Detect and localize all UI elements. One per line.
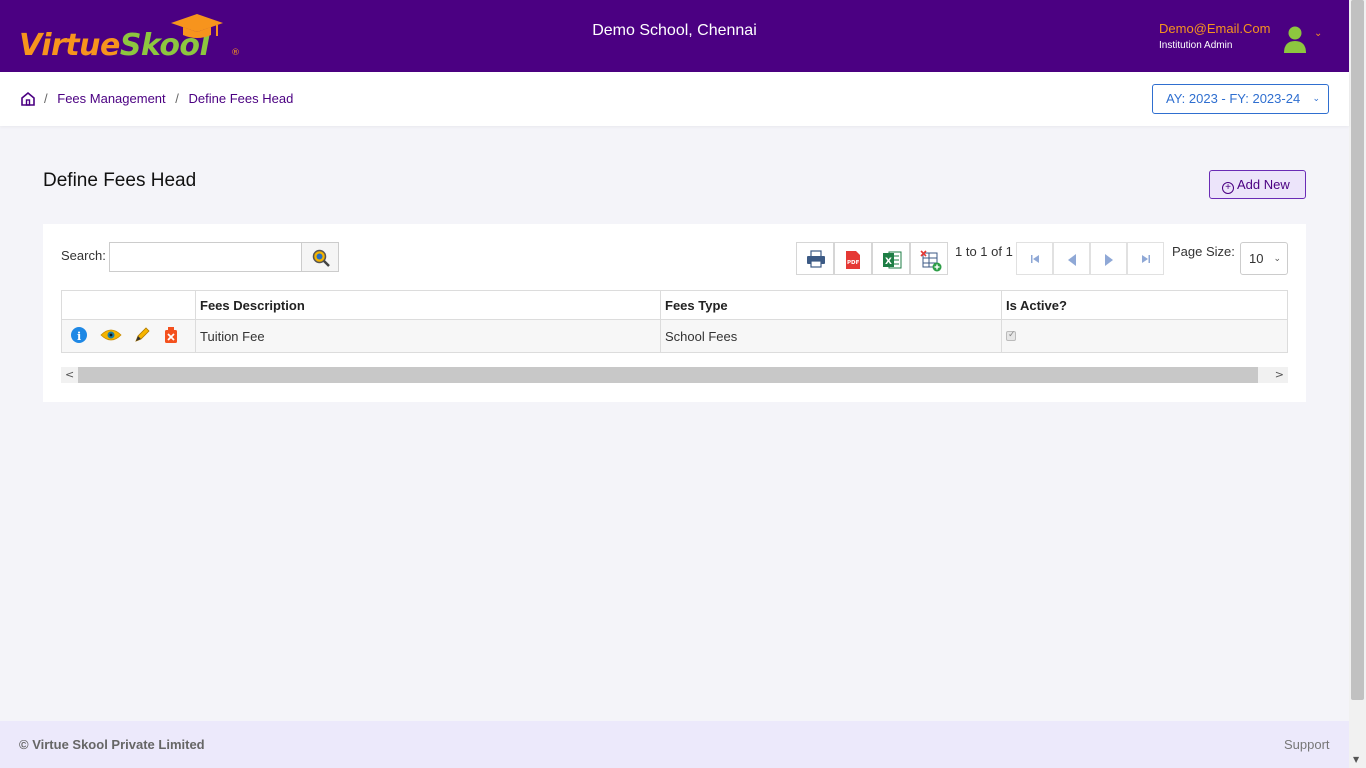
svg-text:i: i [77,330,81,343]
last-page-button[interactable] [1127,242,1164,275]
breadcrumb-bar: / Fees Management / Define Fees Head [0,72,1349,126]
page-size-value: 10 [1249,251,1264,266]
previous-page-button[interactable] [1053,242,1090,275]
info-icon[interactable]: i [70,326,88,347]
svg-text:X: X [885,257,892,267]
vertical-scrollbar[interactable]: ▼ [1349,0,1366,768]
cell-fees-type: School Fees [660,319,1002,353]
search-input[interactable] [109,242,302,272]
breadcrumb: / Fees Management / Define Fees Head [44,91,293,106]
add-new-button[interactable]: + Add New [1209,170,1306,199]
column-header-fees-description[interactable]: Fees Description [195,290,661,320]
column-header-is-active[interactable]: Is Active? [1001,290,1288,320]
user-email[interactable]: Demo@Email.Com [1159,21,1270,36]
academic-year-select[interactable]: AY: 2023 - FY: 2023-24 ⌄ [1152,84,1329,114]
top-header: VirtueSkool ® Demo School, Chennai Demo@… [0,0,1349,72]
copyright-text: © Virtue Skool Private Limited [19,737,205,752]
horizontal-scrollbar[interactable]: < > [61,367,1288,383]
excel-icon: X [883,251,902,269]
first-page-button[interactable] [1016,242,1053,275]
add-new-label: Add New [1237,177,1290,192]
logo-registered-mark: ® [231,48,240,58]
fees-head-table: Fees Description Fees Type Is Active? i [61,290,1288,353]
is-active-checkbox [1006,329,1016,341]
home-icon[interactable] [20,91,36,107]
page-title: Define Fees Head [43,170,197,191]
scroll-left-arrow-icon[interactable]: < [65,368,74,381]
search-button[interactable] [301,242,339,272]
print-icon [807,250,825,268]
pdf-icon: PDF [846,251,860,269]
school-name: Demo School, Chennai [592,22,757,39]
print-button[interactable] [796,242,834,275]
first-page-icon [1031,255,1039,263]
svg-text:PDF: PDF [847,260,860,266]
breadcrumb-separator: / [44,91,48,106]
next-page-button[interactable] [1090,242,1127,275]
search-label: Search: [61,248,106,263]
cell-fees-description: Tuition Fee [195,319,661,353]
delete-icon[interactable] [163,326,179,347]
horizontal-scrollbar-thumb[interactable] [78,367,1258,383]
user-menu-chevron-icon[interactable]: ⌄ [1314,28,1322,39]
user-role: Institution Admin [1159,40,1233,51]
last-page-icon [1142,255,1150,263]
edit-pencil-icon[interactable] [133,326,151,347]
support-link[interactable]: Support [1284,737,1330,752]
page-size-label: Page Size: [1172,244,1235,259]
page-size-select[interactable]: 10 ⌄ [1240,242,1288,275]
user-avatar-icon[interactable] [1283,25,1307,53]
column-chooser-icon [920,250,942,272]
previous-page-icon [1068,254,1076,266]
search-icon [312,249,330,267]
academic-year-value: AY: 2023 - FY: 2023-24 [1166,91,1301,106]
excel-export-button[interactable]: X [872,242,910,275]
footer: © Virtue Skool Private Limited Support [0,721,1349,768]
vertical-scrollbar-thumb[interactable] [1351,0,1364,700]
chevron-down-icon: ⌄ [1312,93,1320,103]
scroll-down-arrow-icon[interactable]: ▼ [1353,755,1359,764]
scroll-right-arrow-icon[interactable]: > [1275,368,1284,381]
chevron-down-icon: ⌄ [1273,253,1281,263]
column-header-fees-type[interactable]: Fees Type [660,290,1002,320]
pager-summary: 1 to 1 of 1 [955,244,1013,259]
column-header-actions [61,290,196,320]
cell-is-active [1001,319,1288,353]
breadcrumb-define-fees-head: Define Fees Head [188,91,294,106]
view-eye-icon[interactable] [100,328,122,345]
next-page-icon [1105,254,1113,266]
table-row: i Tuition Fee School Fees [61,319,1288,353]
row-actions: i [61,319,196,353]
plus-circle-icon: + [1222,182,1234,194]
fees-head-grid-card: Search: PDF X 1 to 1 of 1 Page Size: 10 … [43,224,1306,402]
table-header-row: Fees Description Fees Type Is Active? [61,290,1288,320]
breadcrumb-fees-management[interactable]: Fees Management [57,91,165,106]
column-chooser-button[interactable] [910,242,948,275]
pdf-export-button[interactable]: PDF [834,242,872,275]
breadcrumb-separator: / [175,91,179,106]
